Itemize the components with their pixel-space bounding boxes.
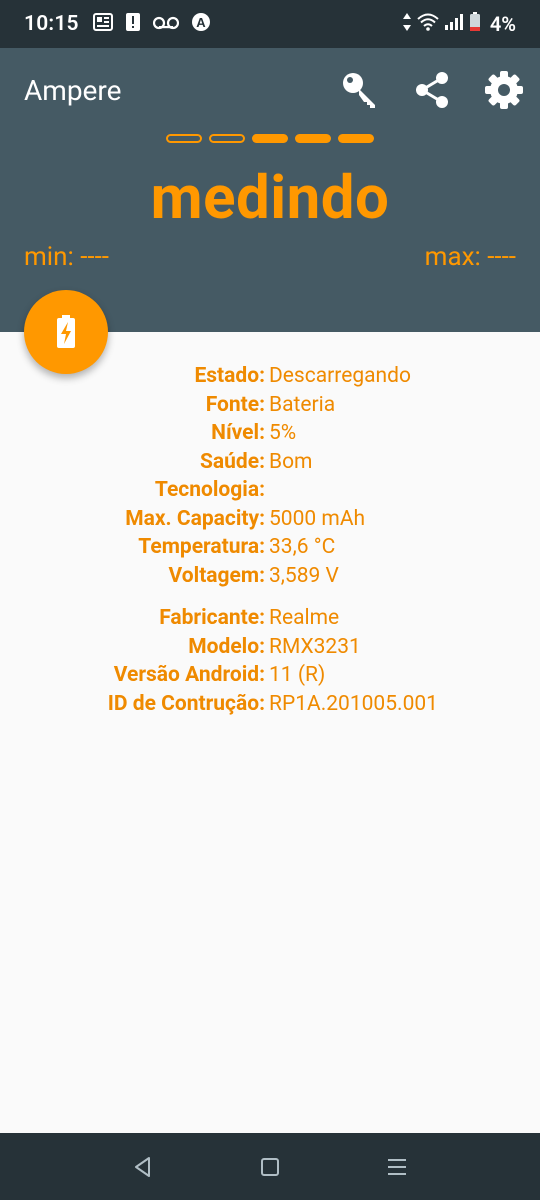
news-icon [92,12,113,36]
info-label: Fabricante: [159,606,265,631]
info-label: ID de Contrução: [107,691,265,716]
app-header: Ampere medindo min: ---- max: ---- [0,48,540,332]
home-button[interactable] [245,1142,295,1192]
min-value: min: ---- [24,242,109,272]
app-title: Ampere [24,74,122,107]
info-label: Modelo: [188,634,265,659]
info-row-fabricante: Fabricante: Realme [0,604,540,633]
info-row-saude: Saúde: Bom [0,448,540,477]
battery-fab-button[interactable] [24,290,108,374]
share-button[interactable] [410,68,454,112]
settings-icon [485,71,523,109]
info-label: Fonte: [205,392,265,417]
info-row-tecnologia: Tecnologia: [0,476,540,505]
info-value: RMX3231 [269,634,361,659]
alert-icon [125,12,141,36]
key-button[interactable] [338,68,382,112]
info-value: Realme [269,606,340,631]
info-value: 3,589 V [269,563,339,588]
info-label: Tecnologia: [154,478,265,503]
status-bar: 10:15 A 4% [0,0,540,48]
progress-step [166,134,202,143]
info-row-voltagem: Voltagem: 3,589 V [0,562,540,591]
navigation-bar [0,1133,540,1200]
info-row-nivel: Nível: 5% [0,419,540,448]
info-value: Descarregando [269,364,411,389]
info-value: 5% [269,421,297,446]
info-label: Estado: [194,364,265,389]
auto-icon: A [191,12,211,36]
info-row-versao-android: Versão Android: 11 (R) [0,661,540,690]
info-label: Temperatura: [138,535,265,560]
info-row-build-id: ID de Contrução: RP1A.201005.001 [0,690,540,719]
info-row-max-capacity: Max. Capacity: 5000 mAh [0,505,540,534]
battery-low-icon [469,12,481,36]
info-value: 33,6 °C [269,535,336,560]
max-value: max: ---- [424,242,516,272]
battery-percent: 4% [489,12,516,36]
info-label: Voltagem: [168,563,265,588]
status-time: 10:15 [24,12,79,36]
info-label: Versão Android: [113,663,265,688]
info-value: Bateria [269,392,336,417]
progress-step [252,134,288,143]
info-value: RP1A.201005.001 [269,691,438,716]
info-row-fonte: Fonte: Bateria [0,391,540,420]
measurement-state: medindo [150,162,390,233]
battery-charging-icon [57,315,75,348]
svg-text:A: A [196,15,206,30]
back-button[interactable] [118,1142,168,1192]
home-icon [260,1157,279,1176]
data-arrows-icon [402,12,412,36]
info-row-modelo: Modelo: RMX3231 [0,633,540,662]
info-row-temperatura: Temperatura: 33,6 °C [0,533,540,562]
info-label: Saúde: [199,449,265,474]
key-icon [343,73,375,108]
settings-button[interactable] [482,68,526,112]
info-value: Bom [269,449,313,474]
info-value: 11 (R) [269,663,326,688]
info-value: 5000 mAh [269,506,366,531]
voicemail-icon [152,15,179,34]
back-icon [135,1156,151,1177]
progress-step [338,134,374,143]
progress-step [209,134,245,143]
signal-icon [444,13,464,35]
share-icon [416,72,448,108]
wifi-icon [417,13,439,35]
recents-button[interactable] [372,1142,422,1192]
progress-indicator [0,134,540,143]
info-label: Nível: [211,421,265,446]
battery-info-list: Estado: Descarregando Fonte: Bateria Nív… [0,362,540,718]
info-label: Max. Capacity: [125,506,265,531]
progress-step [295,134,331,143]
menu-icon [387,1158,406,1175]
